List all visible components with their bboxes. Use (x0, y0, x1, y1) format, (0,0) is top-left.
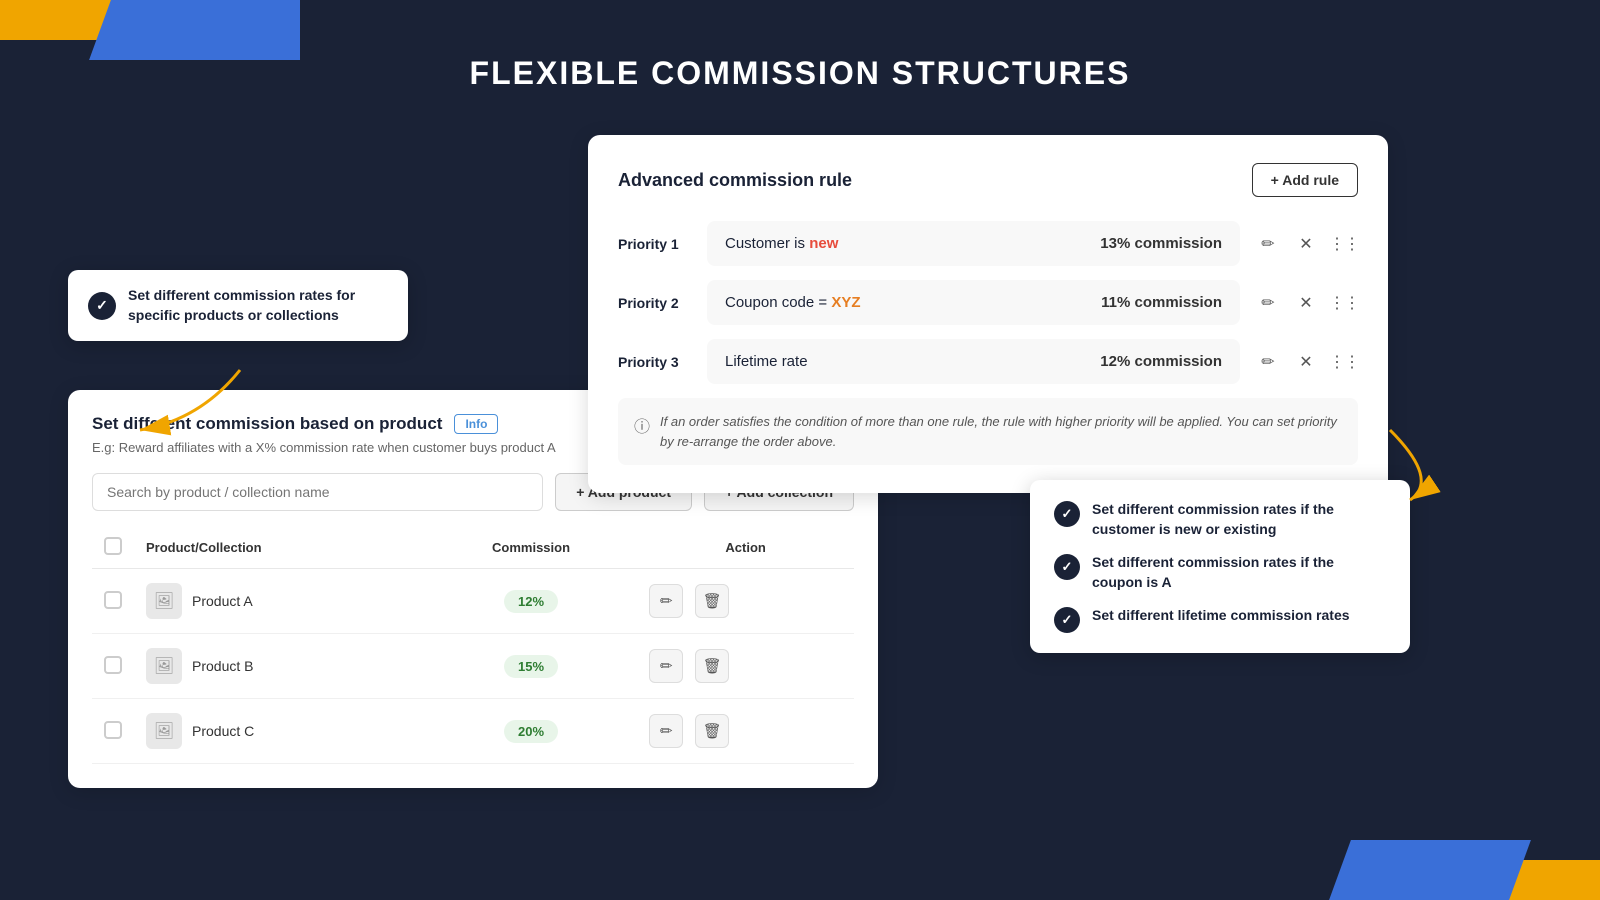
edit-button[interactable]: ✏ (649, 584, 683, 618)
table-row: 🖼 Product B 15% ✏ 🗑 (92, 634, 854, 699)
advanced-card-title: Advanced commission rule (618, 170, 852, 191)
row-product-name: 🖼 Product A (134, 569, 425, 634)
row-actions: ✏ 🗑 (637, 569, 854, 634)
delete-button[interactable]: 🗑 (695, 714, 729, 748)
tooltip-rule-text: Set different commission rates if the cu… (1092, 500, 1386, 539)
priority-item-text: Customer is new (725, 235, 838, 252)
row-commission: 20% (425, 699, 638, 764)
priority-label: Priority 2 (618, 295, 693, 311)
row-checkbox-cell (92, 699, 134, 764)
priority-item-text: Coupon code = XYZ (725, 294, 861, 311)
check-icon-products (88, 292, 116, 320)
table-row: 🖼 Product A 12% ✏ 🗑 (92, 569, 854, 634)
drag-priority-button[interactable]: ⋮⋮ (1330, 289, 1358, 317)
col-checkbox (92, 527, 134, 569)
tooltip-rule-item: Set different commission rates if the cu… (1054, 500, 1386, 539)
commission-badge: 20% (504, 720, 558, 743)
check-icon-rule (1054, 554, 1080, 580)
priority-row: Priority 3 Lifetime rate 12% commission … (618, 339, 1358, 384)
row-product-name: 🖼 Product B (134, 634, 425, 699)
row-checkbox-cell (92, 569, 134, 634)
priority-row: Priority 1 Customer is new 13% commissio… (618, 221, 1358, 266)
add-rule-button[interactable]: + Add rule (1252, 163, 1358, 197)
tooltip-rules: Set different commission rates if the cu… (1030, 480, 1410, 653)
close-priority-button[interactable]: ✕ (1292, 289, 1320, 317)
advanced-commission-card: Advanced commission rule + Add rule Prio… (588, 135, 1388, 493)
info-badge[interactable]: Info (454, 414, 498, 434)
priority-row: Priority 2 Coupon code = XYZ 11% commiss… (618, 280, 1358, 325)
edit-priority-button[interactable]: ✏ (1254, 230, 1282, 258)
delete-button[interactable]: 🗑 (695, 649, 729, 683)
row-commission: 12% (425, 569, 638, 634)
tooltip-products: Set different commission rates for speci… (68, 270, 408, 341)
row-checkbox[interactable] (104, 656, 122, 674)
edit-priority-button[interactable]: ✏ (1254, 289, 1282, 317)
row-checkbox[interactable] (104, 721, 122, 739)
check-icon-rule (1054, 501, 1080, 527)
edit-priority-button[interactable]: ✏ (1254, 348, 1282, 376)
info-note: ⓘ If an order satisfies the condition of… (618, 398, 1358, 465)
priority-actions: ✏ ✕ ⋮⋮ (1254, 348, 1358, 376)
header-checkbox[interactable] (104, 537, 122, 555)
drag-priority-button[interactable]: ⋮⋮ (1330, 230, 1358, 258)
tooltip-rule-item: Set different lifetime commission rates (1054, 606, 1386, 633)
info-note-text: If an order satisfies the condition of m… (660, 412, 1342, 451)
row-product-name: 🖼 Product C (134, 699, 425, 764)
drag-priority-button[interactable]: ⋮⋮ (1330, 348, 1358, 376)
product-thumbnail: 🖼 (146, 713, 182, 749)
row-actions: ✏ 🗑 (637, 699, 854, 764)
corner-decoration-top-left (0, 0, 300, 60)
priority-commission: 12% commission (1100, 353, 1222, 370)
row-commission: 15% (425, 634, 638, 699)
row-checkbox-cell (92, 634, 134, 699)
corner-decoration-bottom-right (1300, 840, 1600, 900)
table-header-row: Product/Collection Commission Action (92, 527, 854, 569)
delete-button[interactable]: 🗑 (695, 584, 729, 618)
priority-rows-container: Priority 1 Customer is new 13% commissio… (618, 221, 1358, 384)
priority-item: Lifetime rate 12% commission (707, 339, 1240, 384)
tooltip-rule-text: Set different commission rates if the co… (1092, 553, 1386, 592)
table-row: 🖼 Product C 20% ✏ 🗑 (92, 699, 854, 764)
priority-item: Customer is new 13% commission (707, 221, 1240, 266)
edit-button[interactable]: ✏ (649, 649, 683, 683)
search-input[interactable] (92, 473, 543, 511)
col-product: Product/Collection (134, 527, 425, 569)
priority-item: Coupon code = XYZ 11% commission (707, 280, 1240, 325)
commission-badge: 15% (504, 655, 558, 678)
priority-label: Priority 3 (618, 354, 693, 370)
tooltip-rule-item: Set different commission rates if the co… (1054, 553, 1386, 592)
col-action: Action (637, 527, 854, 569)
product-table: Product/Collection Commission Action 🖼 P… (92, 527, 854, 764)
priority-commission: 11% commission (1101, 294, 1222, 311)
close-priority-button[interactable]: ✕ (1292, 348, 1320, 376)
tooltip-rule-text: Set different lifetime commission rates (1092, 606, 1350, 626)
row-checkbox[interactable] (104, 591, 122, 609)
col-commission: Commission (425, 527, 638, 569)
priority-actions: ✏ ✕ ⋮⋮ (1254, 230, 1358, 258)
priority-commission: 13% commission (1100, 235, 1222, 252)
tooltip-rules-items: Set different commission rates if the cu… (1054, 500, 1386, 633)
priority-label: Priority 1 (618, 236, 693, 252)
advanced-card-header: Advanced commission rule + Add rule (618, 163, 1358, 197)
product-thumbnail: 🖼 (146, 583, 182, 619)
priority-item-text: Lifetime rate (725, 353, 808, 370)
edit-button[interactable]: ✏ (649, 714, 683, 748)
info-icon: ⓘ (634, 413, 650, 437)
commission-badge: 12% (504, 590, 558, 613)
product-thumbnail: 🖼 (146, 648, 182, 684)
row-actions: ✏ 🗑 (637, 634, 854, 699)
close-priority-button[interactable]: ✕ (1292, 230, 1320, 258)
priority-actions: ✏ ✕ ⋮⋮ (1254, 289, 1358, 317)
tooltip-products-text: Set different commission rates for speci… (128, 286, 388, 325)
product-card-title: Set different commission based on produc… (92, 414, 442, 434)
check-icon-rule (1054, 607, 1080, 633)
